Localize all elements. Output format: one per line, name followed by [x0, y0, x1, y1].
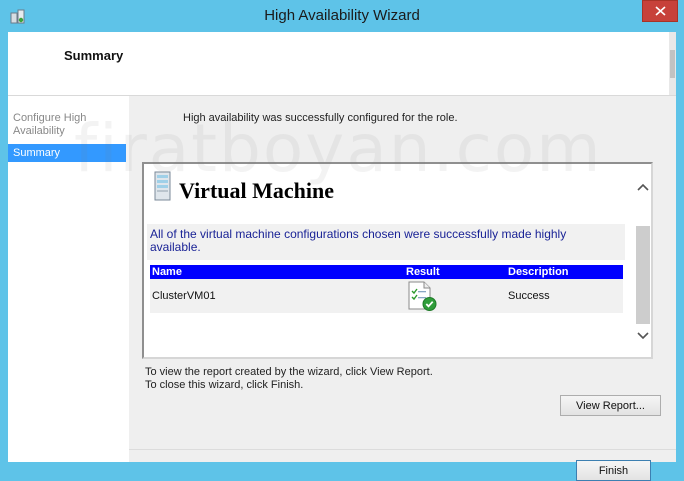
- view-report-button[interactable]: View Report...: [560, 395, 661, 416]
- server-icon: [152, 170, 174, 207]
- window-title: High Availability Wizard: [264, 7, 420, 24]
- scroll-down-arrow-icon[interactable]: [636, 329, 650, 347]
- table-row: ClusterVM01 Success: [150, 279, 623, 313]
- report-summary-box: All of the virtual machine configuration…: [147, 224, 625, 260]
- row-description-cell: Success: [506, 279, 623, 313]
- nav-item-summary[interactable]: Summary: [8, 144, 126, 162]
- instructions-line-view-report: To view the report created by the wizard…: [145, 366, 433, 378]
- close-icon: [655, 6, 666, 16]
- wizard-window: High Availability Wizard Summary Configu…: [0, 0, 684, 481]
- instructions: To view the report created by the wizard…: [145, 366, 433, 392]
- report-heading: Virtual Machine: [179, 178, 334, 203]
- wizard-nav-pane: Configure High Availability Summary: [8, 96, 129, 462]
- row-result-cell: [404, 279, 506, 313]
- report-summary-text: All of the virtual machine configuration…: [150, 227, 567, 254]
- content-pane: High availability was successfully confi…: [129, 96, 676, 481]
- scroll-up-arrow-icon[interactable]: [636, 180, 650, 198]
- column-header-description: Description: [506, 265, 623, 279]
- wizard-client-area: Summary Configure High Availability Summ…: [8, 32, 676, 481]
- success-report-icon: [406, 280, 506, 312]
- nav-item-configure-high-availability[interactable]: Configure High Availability: [8, 112, 126, 138]
- scroll-thumb[interactable]: [636, 226, 650, 324]
- instructions-line-finish: To close this wizard, click Finish.: [145, 379, 304, 391]
- title-bar[interactable]: High Availability Wizard: [0, 0, 684, 32]
- close-button[interactable]: [642, 0, 678, 22]
- report-viewer[interactable]: Virtual Machine All of the virtual machi…: [142, 162, 653, 359]
- page-title: Summary: [64, 48, 124, 63]
- report-scrollbar[interactable]: [634, 164, 651, 357]
- results-table: Name Result Description ClusterVM01 Succ…: [150, 265, 623, 313]
- header-scrollbar[interactable]: [669, 32, 676, 95]
- column-header-result: Result: [404, 265, 506, 279]
- column-header-name: Name: [150, 265, 404, 279]
- table-header-row: Name Result Description: [150, 265, 623, 279]
- row-name-cell: ClusterVM01: [150, 279, 404, 313]
- status-message: High availability was successfully confi…: [183, 112, 458, 124]
- header-band: Summary: [8, 32, 676, 96]
